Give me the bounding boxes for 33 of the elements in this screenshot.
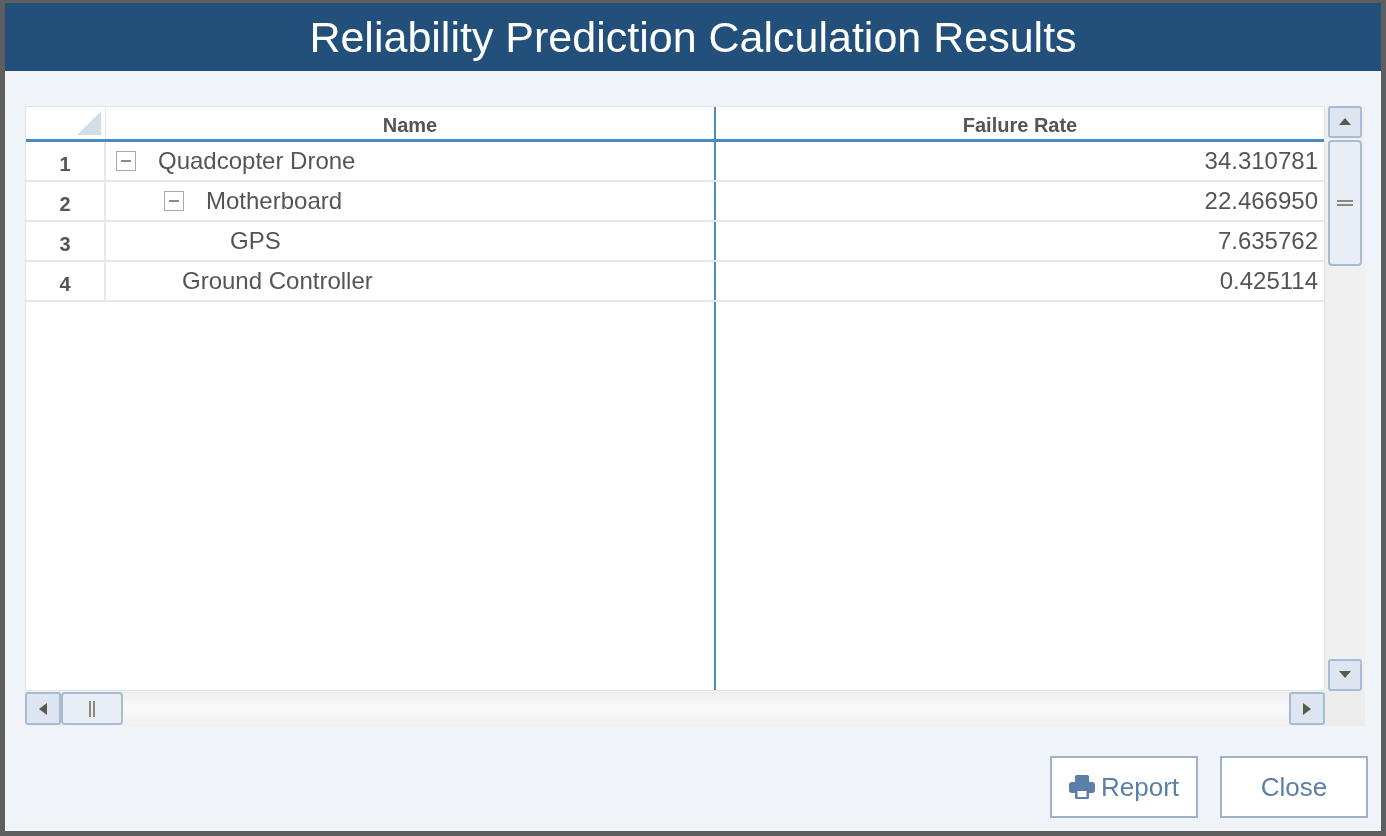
down-triangle-icon (1339, 671, 1351, 679)
vertical-scrollbar[interactable] (1325, 106, 1365, 691)
scrollbar-corner (1325, 691, 1365, 726)
window-title: Reliability Prediction Calculation Results (309, 12, 1077, 62)
report-button[interactable]: Report (1050, 756, 1198, 818)
row-number: 2 (26, 182, 106, 220)
scroll-thumb[interactable] (1328, 140, 1362, 266)
tree-item[interactable]: Quadcopter Drone (158, 147, 356, 175)
scroll-down-button[interactable] (1328, 659, 1362, 691)
row-number: 4 (26, 262, 106, 300)
corner-icon (77, 111, 101, 135)
scroll-thumb[interactable] (61, 692, 123, 725)
tree-item[interactable]: GPS (230, 227, 281, 255)
row-number: 1 (26, 142, 106, 180)
horizontal-scrollbar[interactable] (25, 691, 1325, 726)
table-cell: 0.425114 (1219, 267, 1318, 295)
collapse-icon[interactable] (116, 151, 136, 171)
column-header[interactable]: Name (106, 107, 714, 139)
right-triangle-icon (1303, 702, 1311, 715)
row-number: 3 (26, 222, 106, 260)
tree-item[interactable]: Motherboard (206, 187, 343, 215)
scroll-left-button[interactable] (25, 692, 61, 725)
table-cell: 22.466950 (1204, 187, 1318, 215)
scroll-up-button[interactable] (1328, 106, 1362, 138)
collapse-icon[interactable] (164, 191, 184, 211)
tree-item[interactable]: Ground Controller (182, 267, 373, 295)
left-triangle-icon (39, 702, 47, 715)
table-cell: 7.635762 (1217, 227, 1318, 255)
printer-icon (1068, 775, 1095, 799)
up-triangle-icon (1339, 118, 1351, 126)
table-cell: 34.310781 (1204, 147, 1318, 175)
close-button[interactable]: Close (1220, 756, 1368, 818)
scroll-right-button[interactable] (1289, 692, 1325, 725)
